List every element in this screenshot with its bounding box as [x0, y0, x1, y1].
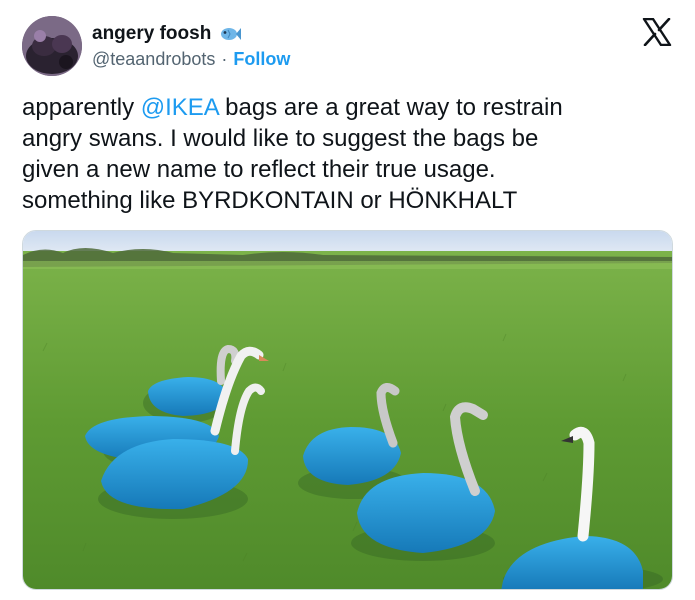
tweet-card: angery foosh @teaandrobots · Follow appa…: [0, 0, 695, 600]
author-handle-row: @teaandrobots · Follow: [92, 48, 290, 70]
tweet-text: apparently @IKEA bags are a great way to…: [22, 92, 682, 216]
tweet-text-prefix: apparently: [22, 94, 141, 121]
separator-dot: ·: [221, 48, 228, 69]
author-name-row: angery foosh: [92, 22, 242, 46]
author-display-name[interactable]: angery foosh: [92, 23, 211, 45]
swans-in-ikea-bags-image: [23, 231, 672, 589]
fish-icon: [221, 28, 242, 40]
follow-button[interactable]: Follow: [233, 49, 290, 70]
author-handle[interactable]: @teaandrobots: [92, 49, 215, 70]
avatar[interactable]: [22, 16, 82, 76]
x-logo-icon[interactable]: [642, 18, 672, 46]
ikea-mention-link[interactable]: @IKEA: [141, 94, 219, 121]
tweet-photo[interactable]: [22, 230, 673, 590]
avatar-image: [22, 16, 82, 76]
